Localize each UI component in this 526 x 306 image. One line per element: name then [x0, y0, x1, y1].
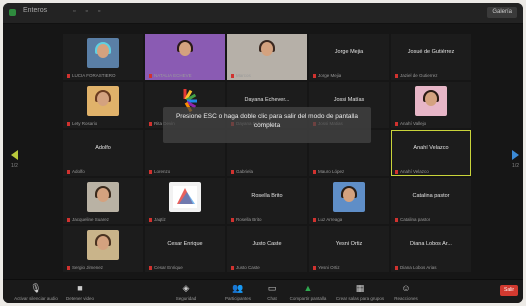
window-title: Enteros	[23, 7, 48, 14]
leave-meeting-button[interactable]: Salir	[500, 285, 518, 296]
participant-display-name: Cesar Enrique	[167, 241, 203, 247]
participant-tile[interactable]: Rosella Brito Rosella Brito	[227, 178, 307, 224]
participant-display-name: Jossi Matías	[333, 97, 365, 103]
meeting-info-icon[interactable]	[9, 9, 16, 16]
security-button[interactable]: ◈ Seguridad	[161, 283, 211, 301]
participant-name-label: Diana Lobos Arias	[395, 265, 437, 270]
participant-display-name: Diana Lobos Ar...	[410, 241, 452, 247]
page-indicator-right: 1/2	[512, 163, 519, 169]
toolbar-label: Detener video	[65, 296, 95, 301]
participant-tile[interactable]: Luz Arreaga	[309, 178, 389, 224]
participant-tile[interactable]: Diana Lobos Ar... Diana Lobos Arias	[391, 226, 471, 272]
participant-tile[interactable]: Jaqtiz	[145, 178, 225, 224]
toolbar-label: Reacciones	[394, 296, 418, 301]
participant-name-label: Justo Caste	[231, 265, 260, 270]
jaq-logo-icon	[169, 182, 201, 212]
toolbar-label: Crear salas para grupos	[335, 296, 385, 301]
participant-tile[interactable]: Yesni Ortiz Yesni Ortiz	[309, 226, 389, 272]
participant-display-name: Dayana Echever...	[244, 97, 290, 103]
previous-page-arrow-icon[interactable]	[11, 150, 18, 160]
participant-display-name: Catalina pastor	[412, 193, 450, 199]
fullscreen-exit-message: Presione ESC o haga doble clic para sali…	[163, 107, 371, 143]
participant-tile[interactable]: Anahí Vallejo	[391, 82, 471, 128]
participant-tile[interactable]: LUCIA FORASTIERO	[63, 34, 143, 80]
participant-display-name: Adolfo	[95, 145, 111, 151]
participant-name-label: Jaqtiz	[149, 217, 166, 222]
reactions-button[interactable]: ☺ Reacciones	[381, 283, 431, 301]
breakout-rooms-button[interactable]: ▦ Crear salas para grupos	[335, 283, 385, 301]
participant-name-label: Jacqueline Suarez	[67, 217, 109, 222]
participant-name-label: Anahí Velazco	[395, 169, 429, 174]
participant-video	[333, 182, 365, 212]
participant-name-label: Sergio Jimenez	[67, 265, 103, 270]
participant-name-label: Rosella Brito	[231, 217, 262, 222]
participant-display-name: Anahí Velazco	[413, 145, 449, 151]
participant-name-label: Mauro López	[313, 169, 344, 174]
title-bar: Enteros ▫ ▫ ▫ Galería	[3, 3, 523, 24]
participant-tile[interactable]: Cesar Enrique Cesar Enrique	[145, 226, 225, 272]
participant-name-label: Jaziel de Gutierrez	[395, 73, 438, 78]
microphone-icon: 🎙	[30, 283, 42, 293]
participant-tile[interactable]: Catalina pastor Catalina pastor	[391, 178, 471, 224]
participant-display-name: Yesni Ortiz	[335, 241, 363, 247]
meeting-toolbar: 🎙 Activar silenciar audio ■ Detener video ◈ S…	[3, 279, 523, 303]
participant-tile[interactable]: Marcos	[227, 34, 307, 80]
participant-name-label: Lorenzo	[149, 169, 170, 174]
participant-video	[87, 38, 119, 68]
share-screen-button[interactable]: ▲ Compartir pantalla	[283, 283, 333, 301]
participant-video	[415, 86, 447, 116]
participant-name-label: Catalina pastor	[395, 217, 430, 222]
share-screen-icon: ▲	[303, 283, 313, 293]
participant-display-name: Justo Caste	[252, 241, 282, 247]
gallery-view-button[interactable]: Galería	[487, 7, 517, 18]
next-page-arrow-icon[interactable]	[512, 150, 519, 160]
participant-video	[87, 182, 119, 212]
participant-video	[87, 86, 119, 116]
participant-display-name: Josué de Gutiérrez	[407, 49, 455, 55]
video-icon: ■	[77, 283, 83, 293]
toolbar-label: Compartir pantalla	[289, 296, 327, 301]
participant-name-label: NATALIA ECHEVE	[149, 73, 192, 78]
participant-name-label: Jorge Mejia	[313, 73, 341, 78]
participant-name-label: Yesni Ortiz	[313, 265, 340, 270]
security-icon: ◈	[182, 283, 190, 293]
window-controls: ▫ ▫ ▫	[73, 8, 105, 15]
participant-tile[interactable]: Jorge Mejia Jorge Mejia	[309, 34, 389, 80]
participant-display-name: Rosella Brito	[251, 193, 283, 199]
participant-name-label: Luz Arreaga	[313, 217, 342, 222]
video-button[interactable]: ■ Detener video	[55, 283, 105, 301]
participant-tile[interactable]: Josué de Gutiérrez Jaziel de Gutierrez	[391, 34, 471, 80]
participant-name-label: Adolfo	[67, 169, 85, 174]
participant-name-label: Lety Rosario	[67, 121, 97, 126]
participant-display-name: Jorge Mejia	[334, 49, 364, 55]
participant-name-label: Cesar Enrique	[149, 265, 183, 270]
participant-grid: LUCIA FORASTIERO NATALIA ECHEVE Marcos Jorg…	[63, 34, 471, 274]
page-indicator-left: 1/2	[11, 163, 18, 169]
zoom-window: Enteros ▫ ▫ ▫ Galería 1/2 1/2 LUCIA FORA…	[3, 3, 523, 303]
participant-tile[interactable]: Justo Caste Justo Caste	[227, 226, 307, 272]
participant-tile[interactable]: Jacqueline Suarez	[63, 178, 143, 224]
participant-tile[interactable]: NATALIA ECHEVE	[145, 34, 225, 80]
breakout-rooms-icon: ▦	[355, 283, 365, 293]
participant-tile[interactable]: Anahí Velazco Anahí Velazco	[391, 130, 471, 176]
reactions-icon: ☺	[401, 283, 411, 293]
participant-name-label: Gabriela	[231, 169, 253, 174]
participant-name-label: LUCIA FORASTIERO	[67, 73, 116, 78]
microphone-button[interactable]: 🎙 Activar silenciar audio	[11, 283, 61, 301]
participant-tile[interactable]: Adolfo Adolfo	[63, 130, 143, 176]
toolbar-label: Seguridad	[175, 296, 197, 301]
participant-tile[interactable]: Sergio Jimenez	[63, 226, 143, 272]
toolbar-label: Activar silenciar audio	[14, 296, 58, 301]
participant-video	[87, 230, 119, 260]
participant-tile[interactable]: Lety Rosario	[63, 82, 143, 128]
participant-name-label: Anahí Vallejo	[395, 121, 426, 126]
participant-name-label: Marcos	[231, 73, 251, 78]
